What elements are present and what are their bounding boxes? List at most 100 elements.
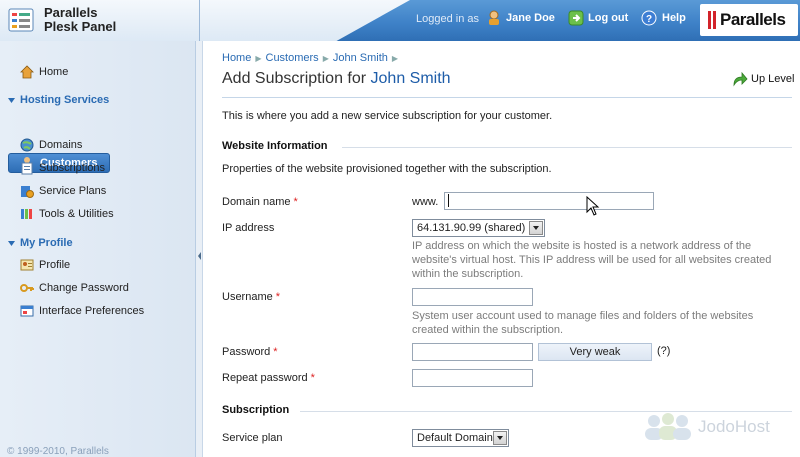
logo-line-1: Parallels: [44, 5, 98, 20]
breadcrumb-separator-icon: ▶: [391, 53, 399, 63]
breadcrumb-home[interactable]: Home: [222, 52, 251, 64]
sidebar-home-label: Home: [39, 66, 69, 78]
service-plan-label: Service plan: [222, 432, 283, 444]
key-icon: [20, 284, 34, 292]
sidebar-change-password-label: Change Password: [39, 282, 129, 294]
intro-text: This is where you add a new service subs…: [222, 110, 553, 122]
logout-link[interactable]: Log out: [588, 12, 628, 24]
domain-name-label-text: Domain name: [222, 196, 291, 208]
up-level-button[interactable]: Up Level: [732, 71, 794, 87]
username-hint: System user account used to manage files…: [412, 310, 754, 336]
sidebar-item-interface-preferences[interactable]: Interface Preferences: [20, 302, 144, 320]
repeat-password-label: Repeat password *: [222, 372, 315, 384]
ip-address-label: IP address: [222, 222, 275, 234]
breadcrumb-separator-icon: ▶: [322, 53, 329, 63]
dropdown-arrow-icon: [493, 431, 507, 445]
sidebar-splitter[interactable]: [196, 41, 203, 457]
tools-icon: [21, 209, 32, 219]
brand-name: Parallels: [720, 10, 786, 29]
breadcrumb-customers[interactable]: Customers: [266, 52, 319, 64]
top-header: Parallels Plesk Panel Logged in as Jane …: [0, 0, 800, 41]
home-icon: [20, 65, 34, 79]
domain-name-input[interactable]: [444, 192, 654, 210]
required-mark: *: [273, 346, 278, 358]
sidebar-subscriptions-label: Subscriptions: [39, 162, 106, 174]
domain-name-label: Domain name *: [222, 196, 298, 208]
ip-address-select[interactable]: 64.131.90.99 (shared): [412, 219, 545, 237]
username-label-text: Username: [222, 291, 273, 303]
website-information-heading: Website Information: [222, 140, 328, 152]
subscriptions-icon: [21, 162, 33, 175]
sidebar: Home Hosting Services Customers Domains …: [0, 41, 196, 457]
subscription-heading: Subscription: [222, 404, 290, 416]
sidebar-service-plans-label: Service Plans: [39, 185, 107, 197]
title-divider: [222, 97, 792, 98]
collapse-icon: [8, 97, 15, 103]
logout-icon: [568, 10, 584, 26]
sidebar-item-tools-utilities[interactable]: Tools & Utilities: [20, 205, 114, 223]
user-name-link[interactable]: Jane Doe: [506, 12, 555, 24]
sidebar-item-subscriptions[interactable]: Subscriptions: [20, 159, 105, 177]
mouse-pointer-icon: [586, 196, 600, 216]
profile-icon: [20, 259, 34, 271]
page-title-prefix: Add Subscription for: [222, 70, 367, 87]
breadcrumb-customer[interactable]: John Smith: [333, 52, 388, 64]
parallels-bars-icon: [708, 11, 716, 29]
www-prefix: www.: [412, 196, 439, 208]
password-label: Password *: [222, 346, 278, 358]
password-strength-help[interactable]: (?): [657, 345, 670, 357]
header-curve: [200, 0, 410, 41]
ip-address-hint: IP address on which the website is hoste…: [412, 240, 772, 280]
copyright-text: © 1999-2010, Parallels: [7, 446, 109, 457]
repeat-password-label-text: Repeat password: [222, 372, 308, 384]
required-mark: *: [310, 372, 315, 384]
collapse-icon: [8, 240, 15, 246]
website-description: Properties of the website provisioned to…: [222, 163, 552, 175]
profile-section-label: My Profile: [20, 237, 73, 249]
username-label: Username *: [222, 291, 280, 303]
password-input[interactable]: [412, 343, 533, 361]
sidebar-item-domains[interactable]: Domains: [20, 136, 82, 154]
product-name: Parallels Plesk Panel: [44, 6, 116, 34]
logged-in-label: Logged in as: [416, 13, 479, 25]
page-title-customer: John Smith: [370, 70, 451, 87]
section-my-profile[interactable]: My Profile: [7, 235, 73, 251]
up-level-icon: [733, 71, 748, 87]
required-mark: *: [275, 291, 281, 303]
service-plan-value: Default Domain: [417, 432, 493, 444]
parallels-brand: Parallels: [700, 4, 798, 36]
main-content: Home ▶ Customers ▶ John Smith ▶ Add Subs…: [204, 41, 800, 457]
logo-line-2: Plesk Panel: [44, 19, 117, 34]
collapse-sidebar-icon[interactable]: [197, 251, 202, 261]
password-strength-indicator: Very weak: [538, 343, 652, 361]
dropdown-arrow-icon: [529, 221, 543, 235]
sidebar-item-service-plans[interactable]: Service Plans: [20, 182, 106, 200]
watermark-people-icon: [645, 413, 691, 440]
up-level-label: Up Level: [751, 73, 795, 85]
svg-text:?: ?: [646, 14, 652, 25]
repeat-password-input[interactable]: [412, 369, 533, 387]
chevron-down-icon: [533, 226, 539, 230]
sidebar-item-home[interactable]: Home: [20, 63, 68, 81]
username-input[interactable]: [412, 288, 533, 306]
password-label-text: Password: [222, 346, 271, 358]
plesk-logo-icon: [8, 8, 34, 32]
section-hosting-services[interactable]: Hosting Services: [7, 92, 109, 108]
text-caret: [448, 194, 449, 207]
hosting-section-label: Hosting Services: [20, 94, 110, 106]
sidebar-profile-label: Profile: [39, 259, 71, 271]
service-plan-select[interactable]: Default Domain: [412, 429, 509, 447]
domains-icon: [20, 138, 34, 152]
help-link[interactable]: Help: [662, 12, 686, 24]
sidebar-item-change-password[interactable]: Change Password: [20, 279, 129, 297]
watermark-text: JodoHost: [698, 417, 770, 436]
sidebar-item-profile[interactable]: Profile: [20, 256, 70, 274]
interface-preferences-icon: [20, 305, 34, 317]
breadcrumb: Home ▶ Customers ▶ John Smith ▶: [222, 52, 398, 64]
ip-address-value: 64.131.90.99 (shared): [417, 222, 526, 234]
service-plans-icon: [21, 186, 34, 198]
chevron-down-icon: [497, 436, 503, 440]
sidebar-tools-label: Tools & Utilities: [39, 208, 114, 220]
watermark: JodoHost: [640, 412, 770, 442]
sidebar-domains-label: Domains: [39, 139, 83, 151]
